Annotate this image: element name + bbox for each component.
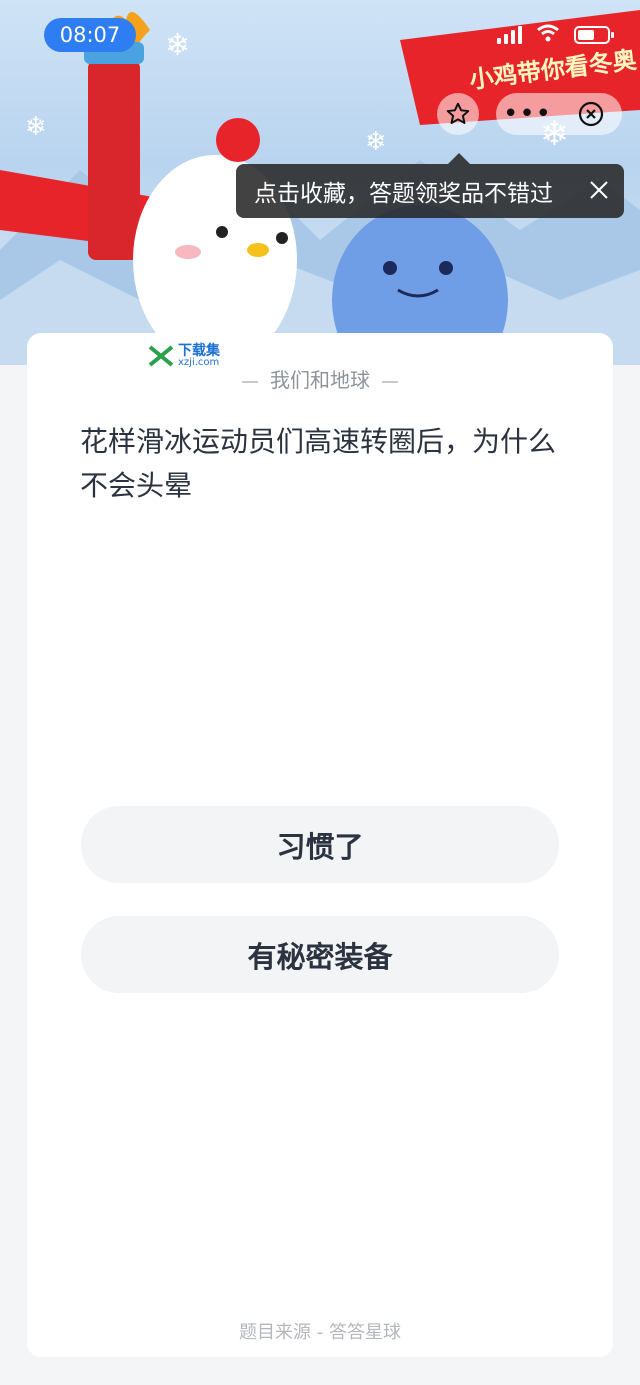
tooltip-close-button[interactable] <box>588 179 610 207</box>
close-icon <box>590 181 608 199</box>
quiz-category: 我们和地球 <box>0 364 640 393</box>
category-label: 我们和地球 <box>270 368 370 392</box>
favorite-button[interactable] <box>437 93 479 135</box>
star-icon <box>446 102 470 124</box>
favorite-tooltip: 点击收藏，答题领奖品不错过 <box>236 164 624 218</box>
tooltip-text: 点击收藏，答题领奖品不错过 <box>254 181 553 207</box>
watermark-name: 下载集 <box>178 343 220 359</box>
status-time: 08:07 <box>44 18 136 52</box>
capsule-menu: ••• <box>496 93 622 135</box>
question-source: 题目来源 - 答答星球 <box>239 1322 401 1343</box>
svg-text:❄: ❄ <box>25 112 47 142</box>
svg-text:❄: ❄ <box>165 28 190 63</box>
capsule-close-button[interactable] <box>559 100 622 128</box>
status-icons <box>497 24 614 46</box>
wifi-icon <box>536 24 560 46</box>
answer-option-1[interactable]: 习惯了 <box>81 806 559 883</box>
battery-icon <box>574 26 614 44</box>
signal-icon <box>497 26 522 44</box>
tooltip-arrow <box>448 153 470 164</box>
close-circle-icon <box>578 101 603 127</box>
answer-option-2[interactable]: 有秘密装备 <box>81 916 559 993</box>
quiz-question: 花样滑冰运动员们高速转圈后，为什么不会头晕 <box>80 425 557 502</box>
svg-text:❄: ❄ <box>365 127 387 157</box>
more-icon[interactable]: ••• <box>496 96 559 132</box>
